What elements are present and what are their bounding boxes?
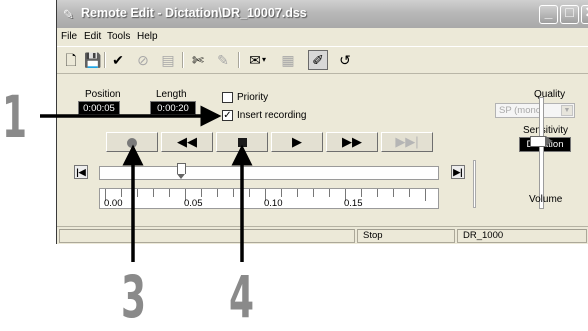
callout-arrows [40,105,253,262]
